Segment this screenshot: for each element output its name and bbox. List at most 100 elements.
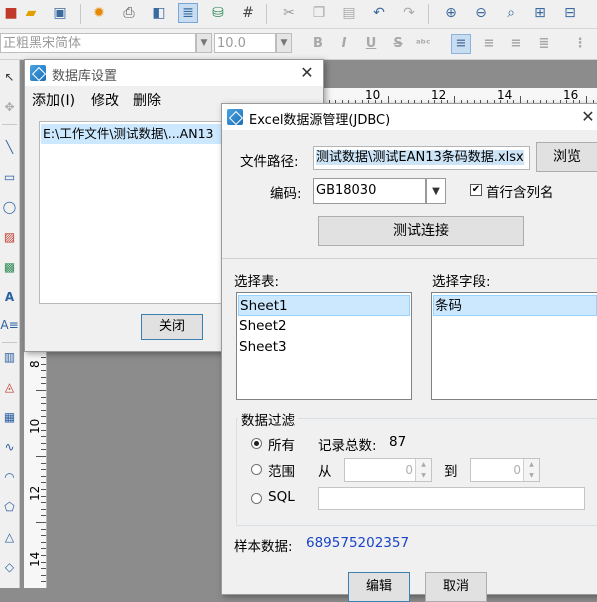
rectangle-tool-icon[interactable]: ▭: [1, 168, 18, 185]
superscript-button[interactable]: ᵃᵇᶜ: [414, 35, 432, 53]
database-icon[interactable]: ≣: [178, 3, 198, 23]
curve-tool-icon[interactable]: ∿: [1, 438, 18, 455]
ellipse-tool-icon[interactable]: ◯: [1, 198, 18, 215]
chevron-down-icon[interactable]: ▼: [196, 33, 212, 53]
align-left-icon[interactable]: ≡: [451, 34, 471, 54]
copy-icon[interactable]: ❐: [310, 4, 328, 22]
ruler-tick: [41, 469, 46, 471]
pointer-icon[interactable]: ↖: [1, 68, 18, 85]
range-to-stepper[interactable]: 0 ▲ ▼: [470, 458, 540, 482]
zoom-out-icon[interactable]: ⊖: [472, 4, 490, 22]
ruler-label: 8: [28, 360, 42, 368]
new-file-icon[interactable]: ■: [2, 4, 20, 22]
diamond-tool-icon[interactable]: ◇: [1, 558, 18, 575]
ruler-tick: [41, 409, 46, 411]
chevron-down-icon[interactable]: ▼: [276, 33, 292, 53]
ruler-label: 12: [28, 485, 42, 501]
range-from-stepper[interactable]: 0 ▲ ▼: [344, 458, 432, 482]
ruler-tick: [36, 522, 46, 523]
cut-icon[interactable]: ✂: [280, 4, 298, 22]
field-list[interactable]: 条码: [431, 292, 597, 400]
strikethrough-button[interactable]: S: [389, 35, 407, 53]
pan-icon[interactable]: ✥: [1, 98, 18, 115]
polygon-tool-icon[interactable]: ⬠: [1, 498, 18, 515]
align-right-icon[interactable]: ≡: [507, 35, 525, 53]
close-icon[interactable]: ✕: [297, 63, 317, 83]
filter-range-radio[interactable]: [251, 464, 262, 475]
spacing-icon[interactable]: ⋮: [571, 35, 589, 53]
image-tool-icon[interactable]: ▨: [1, 228, 18, 245]
align-center-icon[interactable]: ≡: [480, 35, 498, 53]
stepper-arrows-icon[interactable]: ▲ ▼: [415, 459, 431, 481]
open-folder-icon[interactable]: ▰: [22, 4, 40, 22]
encoding-select[interactable]: GB18030: [313, 178, 426, 204]
arc-tool-icon[interactable]: ◠: [1, 468, 18, 485]
list-item[interactable]: 条码: [433, 295, 597, 316]
filter-sql-radio[interactable]: [251, 493, 262, 504]
ruler-tick: [41, 528, 46, 530]
section-divider: [222, 258, 597, 259]
total-records-value: 87: [389, 434, 407, 450]
justify-icon[interactable]: ≣: [535, 35, 553, 53]
text-tool-icon[interactable]: A: [1, 288, 18, 305]
filter-all-radio[interactable]: [251, 438, 262, 449]
ruler-tick: [41, 376, 46, 378]
barcode-tool-icon[interactable]: ▥: [1, 348, 18, 365]
browse-button[interactable]: 浏览: [536, 142, 597, 172]
save-icon[interactable]: ▣: [51, 4, 69, 22]
grid-icon[interactable]: #: [239, 4, 257, 22]
database-settings-icon[interactable]: ⛁: [209, 4, 227, 22]
ruler-tick: [41, 442, 46, 444]
sql-input[interactable]: [318, 487, 585, 510]
gear-icon[interactable]: ✹: [90, 4, 108, 22]
range-from-value: 0: [405, 463, 413, 477]
cancel-button[interactable]: 取消: [425, 572, 487, 602]
first-row-checkbox[interactable]: ✔: [470, 184, 482, 196]
ruler-tick: [41, 561, 46, 563]
list-item[interactable]: Sheet1: [238, 295, 410, 316]
font-size-combo[interactable]: 10.0: [214, 33, 276, 53]
line-tool-icon[interactable]: ╲: [1, 138, 18, 155]
ruler-tick: [41, 541, 46, 543]
dialog-title: 数据库设置: [52, 69, 118, 84]
fit-width-icon[interactable]: ⊟: [561, 4, 579, 22]
test-connection-button[interactable]: 测试连接: [318, 216, 524, 246]
excel-datasource-dialog: Excel数据源管理(JDBC) ✕ 文件路径: 测试数据\测试EAN13条码数…: [221, 103, 597, 602]
print-preview-icon[interactable]: ◧: [150, 4, 168, 22]
font-name-combo[interactable]: 正粗黑宋简体: [0, 33, 196, 53]
redo-icon[interactable]: ↷: [400, 4, 418, 22]
underline-button[interactable]: U: [362, 35, 380, 53]
triangle-tool-icon[interactable]: △: [1, 528, 18, 545]
paste-icon[interactable]: ▤: [340, 4, 358, 22]
font-name-value: 正粗黑宋简体: [3, 36, 82, 51]
zoom-in-icon[interactable]: ⊕: [442, 4, 460, 22]
table-list[interactable]: Sheet1 Sheet2 Sheet3: [236, 292, 412, 400]
zoom-icon[interactable]: ⌕: [502, 4, 520, 22]
ruler-tick: [41, 555, 46, 556]
list-item[interactable]: Sheet2: [238, 316, 410, 337]
close-button[interactable]: 关闭: [141, 314, 203, 340]
picture-tool-icon[interactable]: ▩: [1, 258, 18, 275]
list-item[interactable]: Sheet3: [238, 337, 410, 358]
filter-range-label: 范围: [268, 464, 295, 480]
chevron-down-icon[interactable]: ▼: [426, 178, 446, 204]
file-path-field[interactable]: 测试数据\测试EAN13条码数据.xlsx: [313, 146, 530, 170]
range-from-label: 从: [318, 464, 332, 480]
ruler-tick: [41, 449, 46, 451]
ruler-tick: [41, 574, 46, 576]
fit-page-icon[interactable]: ⊞: [531, 4, 549, 22]
close-icon[interactable]: ✕: [578, 107, 597, 127]
undo-icon[interactable]: ↶: [370, 4, 388, 22]
bold-button[interactable]: B: [309, 35, 327, 53]
menu-add[interactable]: 添加(I): [32, 90, 75, 110]
printer-icon[interactable]: ⎙: [120, 4, 138, 22]
menu-modify[interactable]: 修改: [91, 90, 119, 110]
ruler-tick: [41, 581, 46, 583]
shape-tool-icon[interactable]: ◬: [1, 378, 18, 395]
menu-delete[interactable]: 删除: [133, 90, 161, 110]
stepper-arrows-icon[interactable]: ▲ ▼: [523, 459, 539, 481]
italic-button[interactable]: I: [335, 35, 353, 53]
qrcode-tool-icon[interactable]: ▦: [1, 408, 18, 425]
rich-text-tool-icon[interactable]: A≡: [0, 316, 18, 333]
edit-button[interactable]: 编辑: [348, 572, 410, 602]
